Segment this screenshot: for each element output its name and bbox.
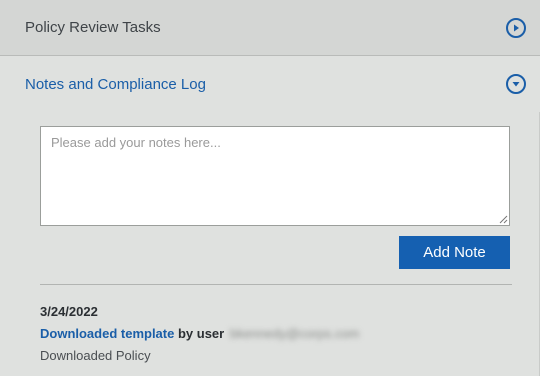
log-user-email: bkennedy@corps.com	[229, 326, 360, 341]
section-title: Notes and Compliance Log	[25, 75, 206, 93]
notes-input[interactable]	[41, 127, 509, 225]
section-title: Policy Review Tasks	[25, 19, 161, 36]
log-detail: Downloaded Policy	[40, 348, 151, 363]
log-by-user-label: by user	[174, 326, 225, 341]
policy-side-panel: Policy Review Tasks Notes and Compliance…	[0, 0, 540, 376]
divider	[40, 284, 512, 285]
add-note-button[interactable]: Add Note	[399, 236, 510, 269]
chevron-down-circle-icon[interactable]	[506, 74, 526, 94]
policy-review-tasks-header[interactable]: Policy Review Tasks	[0, 0, 540, 56]
notes-textarea-container	[40, 126, 510, 226]
log-action-line: Downloaded template by user bkennedy@cor…	[40, 325, 510, 342]
play-circle-icon[interactable]	[506, 17, 526, 38]
log-entry: 3/24/2022 Downloaded template by user bk…	[40, 303, 510, 364]
log-date: 3/24/2022	[40, 304, 98, 319]
log-action-link[interactable]: Downloaded template	[40, 326, 174, 341]
notes-compliance-log-header[interactable]: Notes and Compliance Log	[0, 56, 540, 112]
resize-grip-icon[interactable]	[498, 214, 508, 224]
